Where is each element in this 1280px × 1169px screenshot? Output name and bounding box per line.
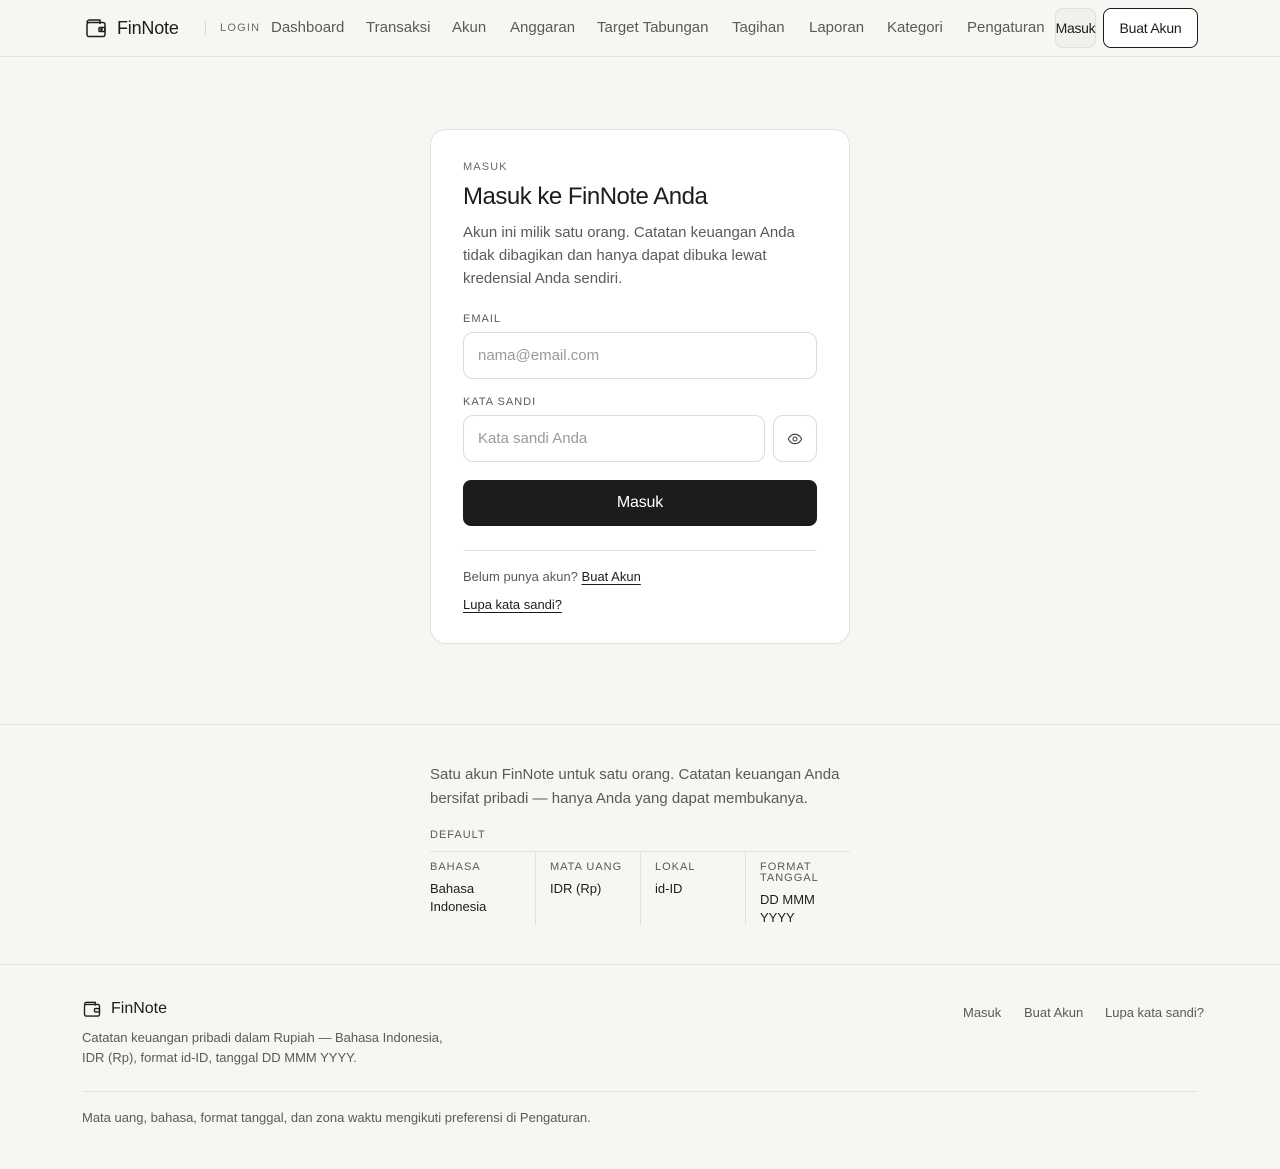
default-currency: MATA UANG IDR (Rp)	[535, 852, 640, 925]
default-value: IDR (Rp)	[550, 881, 602, 896]
brand-name: FinNote	[117, 17, 179, 38]
footer-link-signup[interactable]: Buat Akun	[1024, 1005, 1083, 1020]
default-key: BAHASA	[430, 861, 481, 873]
password-label: KATA SANDI	[463, 396, 537, 408]
card-description: Akun ini milik satu orang. Catatan keuan…	[463, 224, 795, 287]
card-divider	[463, 550, 817, 551]
default-value: Bahasa Indonesia	[430, 881, 487, 914]
header-separator	[205, 21, 206, 35]
defaults-label: DEFAULT	[430, 829, 486, 841]
default-value: DD MMM YYYY	[760, 892, 815, 925]
footer-note: Mata uang, bahasa, format tanggal, dan z…	[82, 1110, 591, 1125]
wallet-icon	[83, 1001, 101, 1017]
nav-anggaran[interactable]: Anggaran	[510, 19, 575, 36]
login-card: MASUK Masuk ke FinNote Anda Akun ini mil…	[430, 129, 850, 644]
card-eyebrow: MASUK	[463, 161, 508, 173]
eye-icon	[787, 433, 803, 444]
nav-laporan[interactable]: Laporan	[809, 19, 864, 36]
info-section: Satu akun FinNote untuk satu orang. Cata…	[0, 724, 1280, 965]
default-value: id-ID	[655, 881, 683, 896]
nav-transaksi[interactable]: Transaksi	[366, 19, 430, 36]
page-tag: LOGIN	[220, 22, 261, 34]
top-header: FinNote LOGIN Dashboard Transaksi Akun A…	[0, 0, 1280, 57]
info-text: Satu akun FinNote untuk satu orang. Cata…	[430, 766, 840, 807]
nav-tagihan[interactable]: Tagihan	[732, 19, 785, 36]
no-account-text: Belum punya akun?	[463, 569, 578, 584]
footer-description: Catatan keuangan pribadi dalam Rupiah — …	[82, 1030, 443, 1065]
default-locale: LOKAL id-ID	[640, 852, 745, 925]
password-toggle-button[interactable]	[773, 415, 817, 462]
default-key: FORMAT TANGGAL	[760, 861, 819, 884]
default-language: BAHASA Bahasa Indonesia	[430, 852, 535, 925]
password-field[interactable]	[463, 415, 765, 462]
signup-prompt: Belum punya akun? Buat Akun	[463, 569, 641, 584]
brand-logo[interactable]: FinNote	[84, 16, 179, 40]
nav-dashboard[interactable]: Dashboard	[271, 19, 344, 36]
defaults-grid: BAHASA Bahasa Indonesia MATA UANG IDR (R…	[430, 851, 850, 925]
card-title: Masuk ke FinNote Anda	[463, 183, 708, 210]
email-label: EMAIL	[463, 313, 502, 325]
header-signup-button[interactable]: Buat Akun	[1103, 8, 1198, 48]
footer-brand[interactable]: FinNote	[82, 999, 167, 1019]
login-submit-button[interactable]: Masuk	[463, 480, 817, 526]
nav-kategori[interactable]: Kategori	[887, 19, 943, 36]
nav-akun[interactable]: Akun	[452, 19, 486, 36]
wallet-icon	[86, 19, 106, 38]
header-login-button[interactable]: Masuk	[1055, 8, 1096, 48]
nav-target-tabungan[interactable]: Target Tabungan	[597, 19, 708, 36]
default-key: LOKAL	[655, 861, 696, 873]
signup-link[interactable]: Buat Akun	[582, 569, 641, 584]
default-date-format: FORMAT TANGGAL DD MMM YYYY	[745, 852, 850, 925]
footer-divider	[82, 1091, 1198, 1092]
footer-brand-name: FinNote	[111, 1000, 168, 1017]
email-field[interactable]	[463, 332, 817, 379]
default-key: MATA UANG	[550, 861, 623, 873]
forgot-password-link[interactable]: Lupa kata sandi?	[463, 597, 562, 612]
footer-link-login[interactable]: Masuk	[963, 1005, 1001, 1020]
footer-link-forgot[interactable]: Lupa kata sandi?	[1105, 1005, 1204, 1020]
nav-pengaturan[interactable]: Pengaturan	[967, 19, 1045, 36]
